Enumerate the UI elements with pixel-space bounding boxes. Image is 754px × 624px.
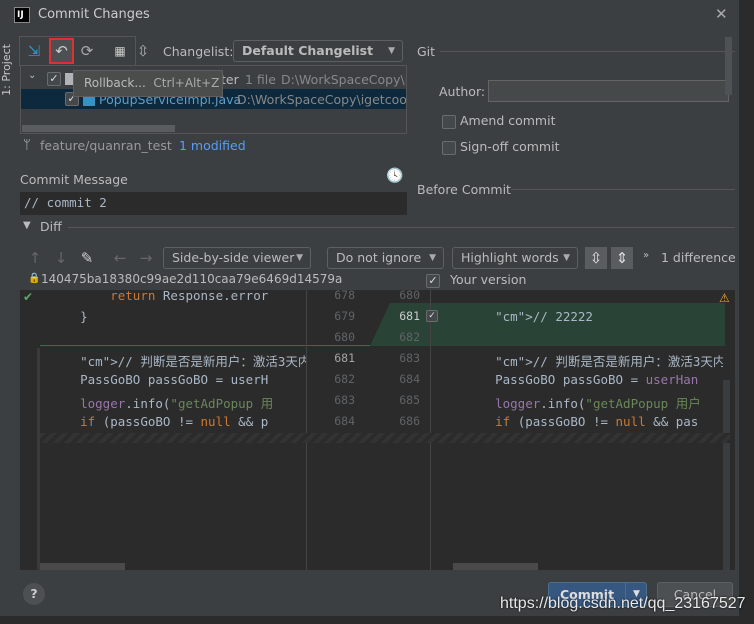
forward-icon[interactable]: →	[135, 247, 157, 269]
your-version-checkbox[interactable]: ✓ Your version	[426, 272, 526, 288]
right-line-number: 686	[399, 414, 420, 428]
left-line-number: 681	[334, 351, 355, 365]
back-icon[interactable]: ←	[109, 247, 131, 269]
commit-message-label: Commit Message	[20, 172, 128, 187]
left-code-line: "cm">// 判断是否是新用户：激活3天内	[80, 354, 306, 369]
divider	[68, 227, 735, 228]
edit-icon[interactable]: ✎	[76, 247, 98, 269]
changelist-dropdown[interactable]: Default Changelist ▼	[233, 40, 403, 62]
left-line-number: 679	[334, 309, 355, 323]
right-line-number: 682	[399, 330, 420, 344]
viewer-dropdown[interactable]: Side-by-side viewer ▼	[163, 247, 311, 269]
next-diff-icon[interactable]: ↓	[50, 247, 72, 269]
right-line-number: 684	[399, 372, 420, 386]
help-button[interactable]: ?	[23, 583, 45, 605]
horizontal-scrollbar[interactable]	[22, 125, 175, 132]
commit-message-input[interactable]: // commit 2	[20, 192, 407, 215]
lock-icon: 🔒	[28, 273, 41, 284]
chevron-down-icon: ▼	[388, 46, 395, 56]
commit-dialog: IJ Commit Changes ✕ ⇲ ↶ ⟳ ▦ ⇳ Changelist…	[0, 0, 740, 616]
prev-diff-icon[interactable]: ↑	[24, 247, 46, 269]
right-pane-divider	[430, 290, 431, 570]
watermark: https://blog.csdn.net/qq_23167527	[500, 595, 746, 612]
modified-link[interactable]: 1 modified	[179, 138, 246, 153]
app-icon: IJ	[14, 7, 30, 23]
divider	[440, 51, 735, 52]
group-checkbox[interactable]: ✓	[47, 72, 61, 86]
refresh-icon[interactable]: ⟳	[76, 40, 98, 62]
difference-count: 1 difference	[661, 250, 736, 265]
fold-zigzag	[40, 433, 730, 443]
left-line-number: 683	[334, 393, 355, 407]
left-code-line: }	[50, 309, 88, 324]
right-scrollbar[interactable]	[723, 380, 730, 570]
diff-collapse-icon[interactable]: ▼	[23, 220, 31, 231]
author-input[interactable]	[488, 80, 729, 102]
change-baseline	[40, 345, 370, 346]
git-section-title: Git	[417, 44, 436, 59]
right-line-number: 683	[399, 351, 420, 365]
sync-scroll-icon[interactable]: ⇕	[611, 247, 633, 269]
vertical-scrollbar[interactable]	[725, 37, 732, 95]
right-code-line: "cm">// 22222	[495, 309, 593, 324]
collapse-unchanged-icon[interactable]: ⇳	[585, 247, 607, 269]
highlight-dropdown[interactable]: Highlight words ▼	[452, 247, 578, 269]
left-pane-divider	[306, 290, 307, 570]
left-code-line: return Response.error	[110, 290, 269, 303]
chevron-down-icon: ▼	[563, 253, 570, 263]
left-revision-hash: 140475ba18380c99ae2d110caa79e6469d14579a	[41, 272, 343, 286]
branch-icon: ᛘ	[23, 138, 31, 153]
chevron-down-icon: ▼	[429, 253, 436, 263]
warning-icon: ⚠	[719, 291, 730, 305]
right-line-number: 680	[399, 290, 420, 302]
chevron-down-icon: ▼	[296, 253, 303, 263]
window-title: Commit Changes	[38, 7, 150, 22]
chevron-down-icon: ⌄	[28, 70, 37, 81]
rollback-tooltip: Rollback... Ctrl+Alt+Z	[73, 70, 223, 97]
right-code-line: if (passGoBO != null && pas	[495, 414, 699, 429]
right-code-line: logger.info("getAdPopup 用户	[495, 396, 701, 411]
left-line-number: 680	[334, 330, 355, 344]
left-code-line: if (passGoBO != null && p	[80, 414, 269, 429]
left-line-number: 682	[334, 372, 355, 386]
left-line-number: 684	[334, 414, 355, 428]
amend-commit-checkbox[interactable]: Amend commit	[442, 113, 555, 129]
right-hscrollbar[interactable]	[453, 563, 538, 570]
project-tool-tab[interactable]: 1: Project	[0, 40, 14, 100]
group-by-icon[interactable]: ▦	[109, 40, 131, 62]
left-marker-bar	[37, 348, 40, 570]
divider	[511, 189, 735, 190]
expand-collapse-icon[interactable]: ⇲	[23, 40, 45, 62]
change-line-checkbox[interactable]: ✓	[426, 307, 438, 322]
diff-editor[interactable]: ✔ ⚠ ✓ return Response.error 678 } 679 680 "…	[20, 290, 735, 570]
more-icon[interactable]: »	[643, 250, 649, 261]
left-code-line: logger.info("getAdPopup 用	[80, 396, 274, 411]
left-hscrollbar[interactable]	[40, 563, 125, 570]
check-icon: ✔	[23, 290, 34, 304]
changelist-label: Changelist:	[163, 44, 234, 59]
diff-title: Diff	[40, 219, 62, 234]
author-label: Author:	[439, 84, 486, 99]
right-code-line: PassGoBO passGoBO = userHan	[465, 372, 699, 387]
collapse-all-icon[interactable]: ⇳	[132, 40, 154, 62]
branch-name: feature/quanran_test	[40, 138, 172, 153]
ignore-dropdown[interactable]: Do not ignore ▼	[327, 247, 444, 269]
right-line-number: 681	[399, 309, 420, 323]
right-line-number: 685	[399, 393, 420, 407]
before-commit-title: Before Commit	[417, 182, 511, 197]
right-code-line: "cm">// 判断是否是新用户：激活3天内 或	[495, 354, 723, 369]
close-button[interactable]: ✕	[715, 5, 728, 23]
left-code-line: PassGoBO passGoBO = userH	[50, 372, 269, 387]
history-clock-icon[interactable]: 🕓	[386, 168, 403, 184]
left-line-number: 678	[334, 290, 355, 302]
signoff-commit-checkbox[interactable]: Sign-off commit	[442, 139, 559, 155]
rollback-button[interactable]: ↶	[49, 38, 74, 64]
